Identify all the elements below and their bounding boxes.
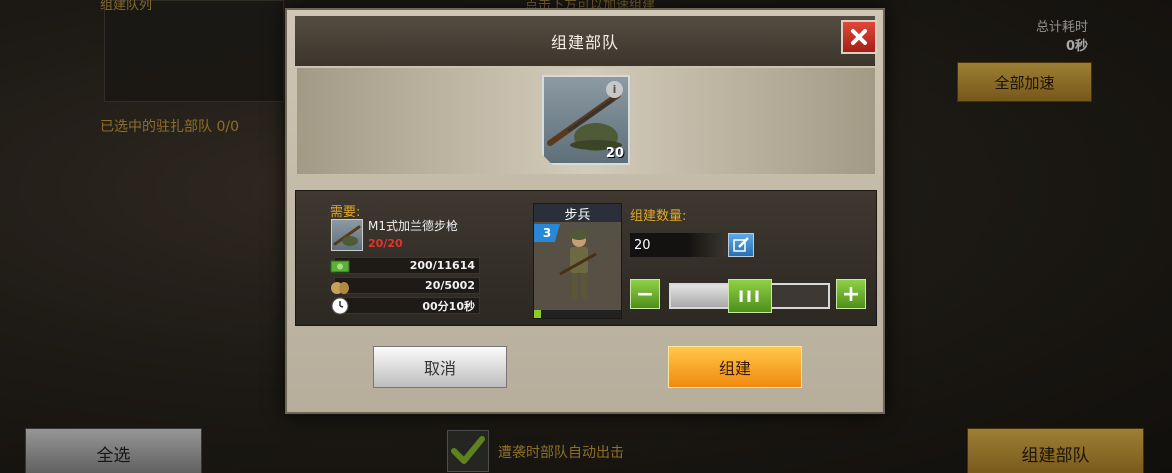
build-troops-dialog: 组建部队 i 20 需要: M1式加兰德步枪 20/20 200/11614 2…	[285, 8, 885, 414]
unit-name: 步兵	[534, 204, 621, 223]
cancel-button[interactable]: 取消	[373, 346, 507, 388]
required-item-name: M1式加兰德步枪	[368, 219, 458, 233]
food-sack-icon	[329, 275, 351, 297]
rifle-item-card[interactable]: i 20	[542, 75, 630, 165]
unit-progress-bar	[534, 310, 621, 318]
rifle-icon	[333, 225, 361, 246]
required-item-progress: 20/20	[368, 237, 403, 250]
dialog-title: 组建部队	[550, 33, 619, 52]
close-icon	[851, 29, 867, 45]
requirements-label: 需要:	[330, 205, 361, 220]
build-detail-panel: 需要: M1式加兰德步枪 20/20 200/11614 20/5002 00分…	[295, 190, 877, 326]
decrease-button[interactable]: −	[630, 279, 660, 309]
close-button[interactable]	[841, 20, 877, 54]
info-icon[interactable]: i	[606, 81, 623, 98]
quantity-slider[interactable]: III	[669, 279, 830, 313]
rifle-thumbnail	[331, 219, 363, 251]
food-requirement: 20/5002	[331, 277, 480, 294]
edit-quantity-button[interactable]	[728, 233, 754, 257]
cash-icon	[329, 255, 351, 277]
food-value: 20/5002	[425, 279, 475, 292]
quantity-input[interactable]	[630, 233, 726, 257]
slider-thumb[interactable]: III	[728, 279, 772, 313]
infantry-soldier-icon	[559, 230, 597, 299]
time-value: 00分10秒	[422, 299, 475, 313]
quantity-label: 组建数量:	[630, 209, 687, 224]
item-count: 20	[605, 146, 624, 161]
cash-value: 200/11614	[409, 259, 475, 272]
build-button[interactable]: 组建	[668, 346, 802, 388]
increase-button[interactable]: +	[836, 279, 866, 309]
dialog-header: 组建部队	[295, 16, 875, 66]
clock-icon	[329, 295, 351, 317]
edit-pencil-icon	[733, 237, 749, 252]
time-requirement: 00分10秒	[331, 297, 480, 315]
infantry-unit-card[interactable]: 步兵 3	[533, 203, 622, 319]
unit-progress-fill	[534, 310, 541, 318]
cash-requirement: 200/11614	[330, 257, 480, 274]
